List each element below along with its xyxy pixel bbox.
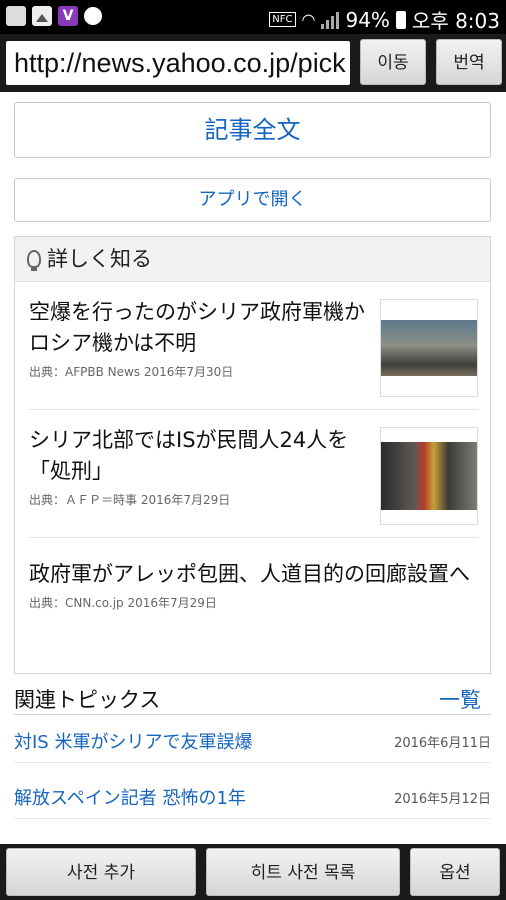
browser-toolbar: http://news.yahoo.co.jp/pick 이동 번역 <box>0 34 506 92</box>
clock: 오후 8:03 <box>411 9 500 33</box>
news-title[interactable]: 政府軍がアレッポ包囲、人道目的の回廊設置へ <box>29 559 478 590</box>
signal-icon <box>321 11 340 29</box>
topic-date: 2016年6月11日 <box>394 736 491 751</box>
learn-more-header: 詳しく知る <box>15 237 490 282</box>
nfc-icon: NFC <box>269 12 296 27</box>
news-title[interactable]: シリア北部ではISが民間人24人を「処刑」 <box>29 425 369 487</box>
news-thumbnail[interactable] <box>380 299 478 397</box>
divider <box>29 409 478 410</box>
related-topics-title: 関連トピックス <box>14 688 161 712</box>
options-button[interactable]: 옵션 <box>410 848 500 896</box>
topic-item[interactable]: 対IS 米軍がシリアで友軍誤爆 2016年6月11日 <box>14 718 491 763</box>
photo-icon <box>32 6 52 26</box>
learn-more-title: 詳しく知る <box>47 247 152 271</box>
hit-dictionary-list-button[interactable]: 히트 사전 목록 <box>206 848 400 896</box>
news-title[interactable]: 空爆を行ったのがシリア政府軍機かロシア機かは不明 <box>29 297 369 359</box>
open-in-app-button[interactable]: アプリで開く <box>14 178 491 222</box>
news-item[interactable]: 政府軍がアレッポ包囲、人道目的の回廊設置へ 出典：CNN.co.jp 2016年… <box>29 559 478 611</box>
go-button[interactable]: 이동 <box>360 39 426 85</box>
page-content: 記事全文 アプリで開く 詳しく知る 空爆を行ったのがシリア政府軍機かロシア機かは… <box>0 92 506 844</box>
news-item[interactable]: 空爆を行ったのがシリア政府軍機かロシア機かは不明 出典：AFPBB News 2… <box>29 297 478 397</box>
status-bar: V NFC ◠ 94% 오후 8:03 <box>0 0 506 34</box>
topic-link[interactable]: 対IS 米軍がシリアで友軍誤爆 <box>14 728 252 754</box>
add-dictionary-button[interactable]: 사전 추가 <box>6 848 196 896</box>
divider <box>29 537 478 538</box>
topic-link[interactable]: 解放スペイン記者 恐怖の1年 <box>14 784 246 810</box>
battery-percent: 94% <box>345 7 390 32</box>
translate-button[interactable]: 번역 <box>436 39 502 85</box>
system-indicators: NFC ◠ 94% 오후 8:03 <box>269 5 500 34</box>
bottom-toolbar: 사전 추가 히트 사전 목록 옵션 <box>0 844 506 900</box>
wifi-icon: ◠ <box>301 10 316 29</box>
app-grid-icon <box>6 6 26 26</box>
battery-icon <box>395 10 406 29</box>
news-thumbnail[interactable] <box>380 427 478 525</box>
learn-more-panel: 詳しく知る 空爆を行ったのがシリア政府軍機かロシア機かは不明 出典：AFPBB … <box>14 236 491 674</box>
lightbulb-icon <box>27 250 41 271</box>
viber-icon: V <box>58 6 78 26</box>
topics-list-link[interactable]: 一覧 <box>439 684 481 714</box>
related-topics-header: 関連トピックス 一覧 <box>14 684 491 715</box>
news-source: 出典：CNN.co.jp 2016年7月29日 <box>29 596 217 610</box>
topic-item[interactable]: 解放スペイン記者 恐怖の1年 2016年5月12日 <box>14 774 491 819</box>
notification-icons: V <box>6 6 102 26</box>
location-icon <box>84 7 102 25</box>
full-article-button[interactable]: 記事全文 <box>14 102 491 158</box>
topic-date: 2016年5月12日 <box>394 792 491 807</box>
url-field[interactable]: http://news.yahoo.co.jp/pick <box>6 41 350 85</box>
news-item[interactable]: シリア北部ではISが民間人24人を「処刑」 出典：ＡＦＰ＝時事 2016年7月2… <box>29 425 478 525</box>
